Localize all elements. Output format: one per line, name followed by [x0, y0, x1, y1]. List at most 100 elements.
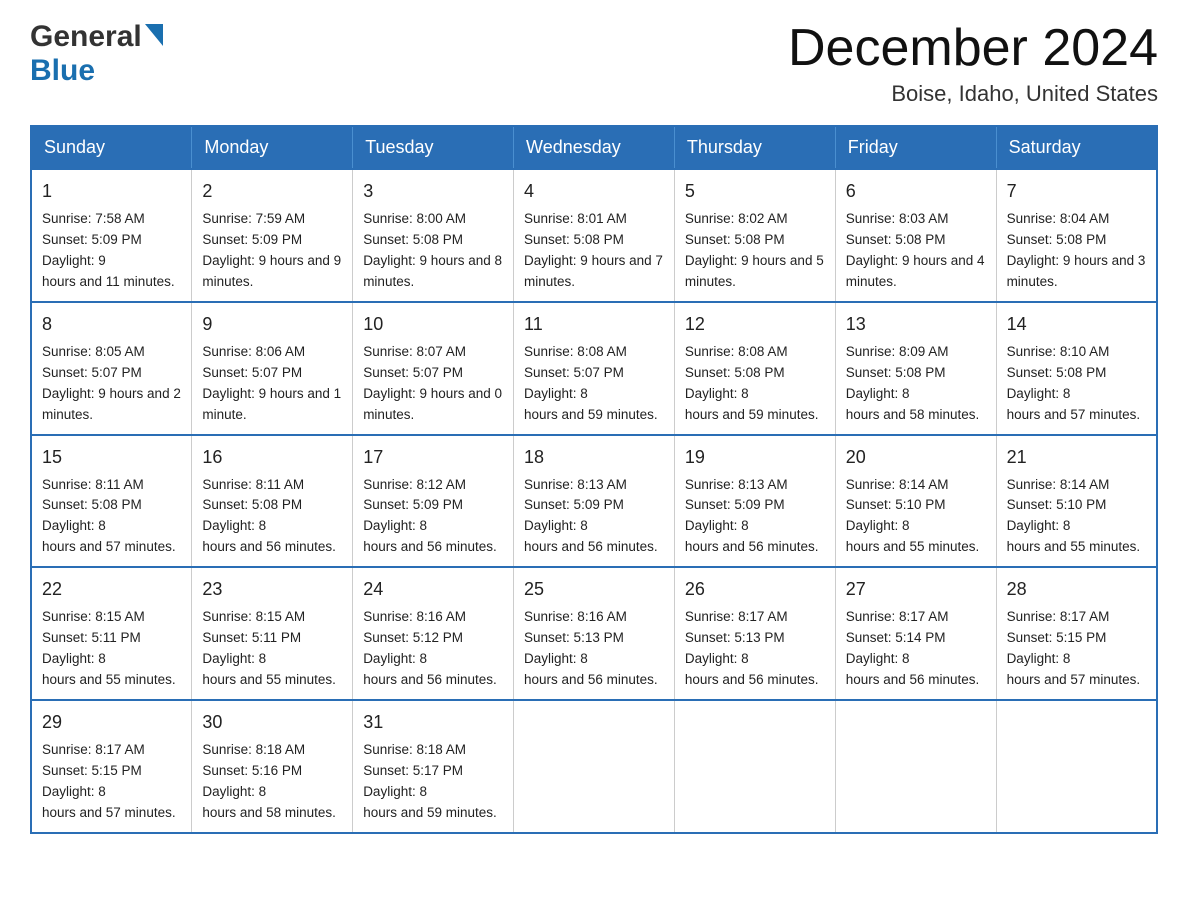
day-number: 18	[524, 444, 664, 471]
day-number: 23	[202, 576, 342, 603]
day-info: Sunrise: 8:08 AMSunset: 5:07 PMDaylight:…	[524, 342, 664, 426]
calendar-cell: 8Sunrise: 8:05 AMSunset: 5:07 PMDaylight…	[31, 302, 192, 435]
calendar-cell: 15 Sunrise: 8:11 AMSunset: 5:08 PMDayligh…	[31, 435, 192, 568]
calendar-cell: 26 Sunrise: 8:17 AMSunset: 5:13 PMDayligh…	[674, 567, 835, 700]
calendar-cell: 30Sunrise: 8:18 AMSunset: 5:16 PMDayligh…	[192, 700, 353, 833]
day-info: Sunrise: 8:13 AMSunset: 5:09 PMDaylight:…	[524, 475, 664, 559]
day-info: Sunrise: 8:17 AMSunset: 5:14 PMDaylight:…	[846, 607, 986, 691]
day-info: Sunrise: 7:59 AMSunset: 5:09 PMDaylight:…	[202, 209, 342, 293]
calendar-cell: 19 Sunrise: 8:13 AMSunset: 5:09 PMDayligh…	[674, 435, 835, 568]
calendar-cell: 3Sunrise: 8:00 AMSunset: 5:08 PMDaylight…	[353, 169, 514, 302]
page-header: General Blue December 2024 Boise, Idaho,…	[30, 20, 1158, 107]
page-subtitle: Boise, Idaho, United States	[788, 81, 1158, 107]
calendar-cell: 9Sunrise: 8:06 AMSunset: 5:07 PMDaylight…	[192, 302, 353, 435]
day-number: 14	[1007, 311, 1146, 338]
title-block: December 2024 Boise, Idaho, United State…	[788, 20, 1158, 107]
calendar-cell: 16Sunrise: 8:11 AMSunset: 5:08 PMDayligh…	[192, 435, 353, 568]
calendar-cell: 24 Sunrise: 8:16 AMSunset: 5:12 PMDayligh…	[353, 567, 514, 700]
day-info: Sunrise: 8:14 AMSunset: 5:10 PMDaylight:…	[1007, 475, 1146, 559]
day-number: 15	[42, 444, 181, 471]
calendar-header-row: SundayMondayTuesdayWednesdayThursdayFrid…	[31, 126, 1157, 169]
calendar-week-row: 1Sunrise: 7:58 AMSunset: 5:09 PMDaylight…	[31, 169, 1157, 302]
logo-triangle-icon	[145, 24, 163, 50]
day-number: 27	[846, 576, 986, 603]
column-header-sunday: Sunday	[31, 126, 192, 169]
calendar-week-row: 15 Sunrise: 8:11 AMSunset: 5:08 PMDayligh…	[31, 435, 1157, 568]
calendar-week-row: 8Sunrise: 8:05 AMSunset: 5:07 PMDaylight…	[31, 302, 1157, 435]
page-title: December 2024	[788, 20, 1158, 77]
day-info: Sunrise: 8:11 AMSunset: 5:08 PMDaylight:…	[42, 475, 181, 559]
column-header-wednesday: Wednesday	[514, 126, 675, 169]
day-number: 11	[524, 311, 664, 338]
day-info: Sunrise: 8:18 AMSunset: 5:16 PMDaylight:…	[202, 740, 342, 824]
day-info: Sunrise: 8:02 AMSunset: 5:08 PMDaylight:…	[685, 209, 825, 293]
day-number: 6	[846, 178, 986, 205]
day-number: 20	[846, 444, 986, 471]
day-number: 1	[42, 178, 181, 205]
calendar-cell: 31Sunrise: 8:18 AMSunset: 5:17 PMDayligh…	[353, 700, 514, 833]
calendar-cell: 10 Sunrise: 8:07 AMSunset: 5:07 PMDayligh…	[353, 302, 514, 435]
day-info: Sunrise: 8:06 AMSunset: 5:07 PMDaylight:…	[202, 342, 342, 426]
calendar-cell	[674, 700, 835, 833]
column-header-tuesday: Tuesday	[353, 126, 514, 169]
day-number: 26	[685, 576, 825, 603]
day-info: Sunrise: 8:15 AMSunset: 5:11 PMDaylight:…	[42, 607, 181, 691]
column-header-monday: Monday	[192, 126, 353, 169]
day-info: Sunrise: 8:03 AMSunset: 5:08 PMDaylight:…	[846, 209, 986, 293]
day-info: Sunrise: 8:12 AMSunset: 5:09 PMDaylight:…	[363, 475, 503, 559]
day-info: Sunrise: 8:04 AMSunset: 5:08 PMDaylight:…	[1007, 209, 1146, 293]
day-number: 22	[42, 576, 181, 603]
calendar-cell: 7 Sunrise: 8:04 AMSunset: 5:08 PMDaylight…	[996, 169, 1157, 302]
calendar-cell: 14 Sunrise: 8:10 AMSunset: 5:08 PMDayligh…	[996, 302, 1157, 435]
calendar-cell: 5 Sunrise: 8:02 AMSunset: 5:08 PMDaylight…	[674, 169, 835, 302]
day-info: Sunrise: 8:17 AMSunset: 5:15 PMDaylight:…	[1007, 607, 1146, 691]
calendar-cell: 17 Sunrise: 8:12 AMSunset: 5:09 PMDayligh…	[353, 435, 514, 568]
calendar-week-row: 22 Sunrise: 8:15 AMSunset: 5:11 PMDayligh…	[31, 567, 1157, 700]
day-number: 13	[846, 311, 986, 338]
calendar-cell: 12 Sunrise: 8:08 AMSunset: 5:08 PMDayligh…	[674, 302, 835, 435]
calendar-week-row: 29 Sunrise: 8:17 AMSunset: 5:15 PMDayligh…	[31, 700, 1157, 833]
day-number: 24	[363, 576, 503, 603]
day-info: Sunrise: 8:00 AMSunset: 5:08 PMDaylight:…	[363, 209, 503, 293]
day-number: 7	[1007, 178, 1146, 205]
calendar-cell: 25 Sunrise: 8:16 AMSunset: 5:13 PMDayligh…	[514, 567, 675, 700]
calendar-cell: 2Sunrise: 7:59 AMSunset: 5:09 PMDaylight…	[192, 169, 353, 302]
day-number: 17	[363, 444, 503, 471]
calendar-cell	[514, 700, 675, 833]
logo-general: General	[30, 20, 142, 54]
day-info: Sunrise: 8:07 AMSunset: 5:07 PMDaylight:…	[363, 342, 503, 426]
day-number: 31	[363, 709, 503, 736]
calendar-cell: 4 Sunrise: 8:01 AMSunset: 5:08 PMDaylight…	[514, 169, 675, 302]
day-number: 29	[42, 709, 181, 736]
day-info: Sunrise: 8:09 AMSunset: 5:08 PMDaylight:…	[846, 342, 986, 426]
calendar-cell: 6 Sunrise: 8:03 AMSunset: 5:08 PMDaylight…	[835, 169, 996, 302]
day-info: Sunrise: 8:05 AMSunset: 5:07 PMDaylight:…	[42, 342, 181, 426]
day-info: Sunrise: 8:15 AMSunset: 5:11 PMDaylight:…	[202, 607, 342, 691]
calendar-cell: 27 Sunrise: 8:17 AMSunset: 5:14 PMDayligh…	[835, 567, 996, 700]
column-header-friday: Friday	[835, 126, 996, 169]
day-info: Sunrise: 8:16 AMSunset: 5:13 PMDaylight:…	[524, 607, 664, 691]
calendar-cell: 13 Sunrise: 8:09 AMSunset: 5:08 PMDayligh…	[835, 302, 996, 435]
day-number: 12	[685, 311, 825, 338]
calendar-cell: 18 Sunrise: 8:13 AMSunset: 5:09 PMDayligh…	[514, 435, 675, 568]
calendar-table: SundayMondayTuesdayWednesdayThursdayFrid…	[30, 125, 1158, 833]
calendar-cell: 23 Sunrise: 8:15 AMSunset: 5:11 PMDayligh…	[192, 567, 353, 700]
logo: General Blue	[30, 20, 163, 88]
day-info: Sunrise: 8:10 AMSunset: 5:08 PMDaylight:…	[1007, 342, 1146, 426]
day-number: 4	[524, 178, 664, 205]
day-info: Sunrise: 8:01 AMSunset: 5:08 PMDaylight:…	[524, 209, 664, 293]
day-info: Sunrise: 8:08 AMSunset: 5:08 PMDaylight:…	[685, 342, 825, 426]
day-number: 16	[202, 444, 342, 471]
day-number: 19	[685, 444, 825, 471]
column-header-saturday: Saturday	[996, 126, 1157, 169]
day-info: Sunrise: 8:13 AMSunset: 5:09 PMDaylight:…	[685, 475, 825, 559]
day-number: 10	[363, 311, 503, 338]
day-number: 25	[524, 576, 664, 603]
calendar-cell: 22 Sunrise: 8:15 AMSunset: 5:11 PMDayligh…	[31, 567, 192, 700]
day-info: Sunrise: 8:17 AMSunset: 5:15 PMDaylight:…	[42, 740, 181, 824]
calendar-cell: 1Sunrise: 7:58 AMSunset: 5:09 PMDaylight…	[31, 169, 192, 302]
day-info: Sunrise: 8:17 AMSunset: 5:13 PMDaylight:…	[685, 607, 825, 691]
day-number: 5	[685, 178, 825, 205]
calendar-cell	[996, 700, 1157, 833]
day-info: Sunrise: 8:16 AMSunset: 5:12 PMDaylight:…	[363, 607, 503, 691]
